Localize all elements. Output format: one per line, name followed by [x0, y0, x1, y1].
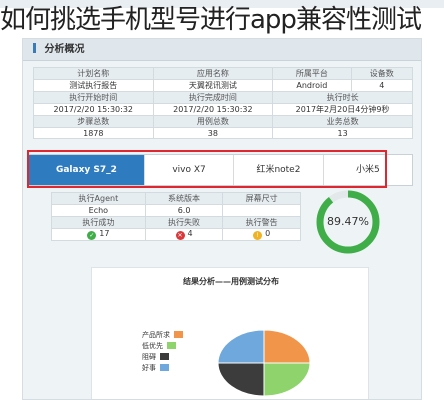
legend-item: 产品所求 — [142, 330, 183, 341]
cell: 38 — [152, 127, 274, 139]
page-title: 如何挑选手机型号进行app兼容性测试 — [0, 5, 422, 35]
cell: 6.0 — [144, 204, 224, 217]
cell: Android — [272, 79, 352, 92]
legend-label: 阻碍 — [142, 353, 156, 361]
cell: 测试执行报告 — [33, 79, 154, 92]
legend-swatch — [174, 331, 183, 338]
cell: 用例总数 — [152, 115, 274, 128]
cross-icon: ✕ — [175, 231, 185, 240]
warning-count: 0 — [265, 229, 271, 238]
cell: 2017/2/20 15:30:32 — [33, 103, 154, 116]
cell — [222, 204, 301, 217]
cell: ✕ 4 — [144, 228, 224, 241]
pie-chart — [217, 329, 311, 397]
section-title: 分析概况 — [44, 44, 85, 55]
cell: 屏幕尺寸 — [222, 192, 301, 205]
chart-title: 结果分析——用例测试分布 — [183, 277, 279, 286]
cell: 2017年2月20日4分钟9秒 — [272, 103, 413, 116]
pie-slice — [263, 329, 311, 364]
legend-swatch — [160, 364, 169, 371]
cell: 应用名称 — [152, 67, 274, 80]
legend-label: 产品所求 — [142, 331, 170, 339]
legend-item: 好事 — [142, 363, 183, 374]
legend-label: 好事 — [142, 364, 156, 372]
check-icon: ✓ — [87, 231, 97, 240]
cell: 4 — [350, 79, 414, 92]
cell: 系统版本 — [144, 192, 224, 205]
legend-swatch — [167, 342, 176, 349]
cell: ! 0 — [222, 228, 301, 241]
cell: 所属平台 — [272, 67, 352, 80]
device-detail-table: 执行Agent 系统版本 屏幕尺寸 Echo 6.0 执行成功 执行失败 执行警… — [51, 192, 301, 241]
cell: 计划名称 — [33, 67, 154, 80]
report-screenshot: 分析概况 计划名称 应用名称 所属平台 设备数 测试执行报告 天翼视讯测试 An… — [22, 38, 422, 400]
cell: 执行成功 — [51, 216, 146, 229]
device-tab-redmi-note2[interactable]: 红米note2 — [234, 155, 324, 185]
cell: 执行开始时间 — [33, 91, 154, 104]
summary-table: 计划名称 应用名称 所属平台 设备数 测试执行报告 天翼视讯测试 Android… — [33, 67, 414, 139]
cell: 1878 — [33, 127, 154, 139]
cell: 执行警告 — [222, 216, 301, 229]
cell: ✓ 17 — [51, 228, 146, 241]
chart-legend: 产品所求 低优先 阻碍 好事 — [142, 330, 183, 374]
warning-icon: ! — [253, 231, 263, 240]
cell: 执行Agent — [51, 192, 146, 205]
cell: 13 — [272, 127, 413, 139]
device-tabs: Galaxy S7_2 vivo X7 红米note2 小米5 — [28, 154, 413, 186]
cell: 天翼视讯测试 — [152, 79, 274, 92]
section-header: 分析概况 — [23, 39, 421, 61]
legend-item: 低优先 — [142, 341, 183, 352]
cell: Echo — [51, 204, 146, 217]
cell: 步骤总数 — [33, 115, 154, 128]
chart-panel: 结果分析——用例测试分布 产品所求 低优先 阻碍 好事 — [91, 267, 369, 399]
pie-slice — [217, 362, 265, 397]
legend-swatch — [160, 353, 169, 360]
success-count: 17 — [99, 229, 110, 238]
device-tab-vivo-x7[interactable]: vivo X7 — [145, 155, 235, 185]
legend-label: 低优先 — [142, 342, 163, 350]
cell: 2017/2/20 15:30:32 — [152, 103, 274, 116]
cell: 执行完成时间 — [152, 91, 274, 104]
pie-slice — [263, 362, 311, 397]
device-tab-galaxy-s7[interactable]: Galaxy S7_2 — [29, 155, 145, 185]
legend-item: 阻碍 — [142, 352, 183, 363]
fail-count: 4 — [187, 229, 193, 238]
cell: 设备数 — [350, 67, 414, 80]
section-marker-icon — [33, 43, 36, 53]
device-tab-mi5[interactable]: 小米5 — [324, 155, 412, 185]
cell: 执行失败 — [144, 216, 224, 229]
pass-rate-label: 89.47% — [327, 215, 369, 228]
cell: 业务总数 — [272, 115, 413, 128]
cell: 执行时长 — [272, 91, 413, 104]
pie-slice — [217, 329, 265, 364]
